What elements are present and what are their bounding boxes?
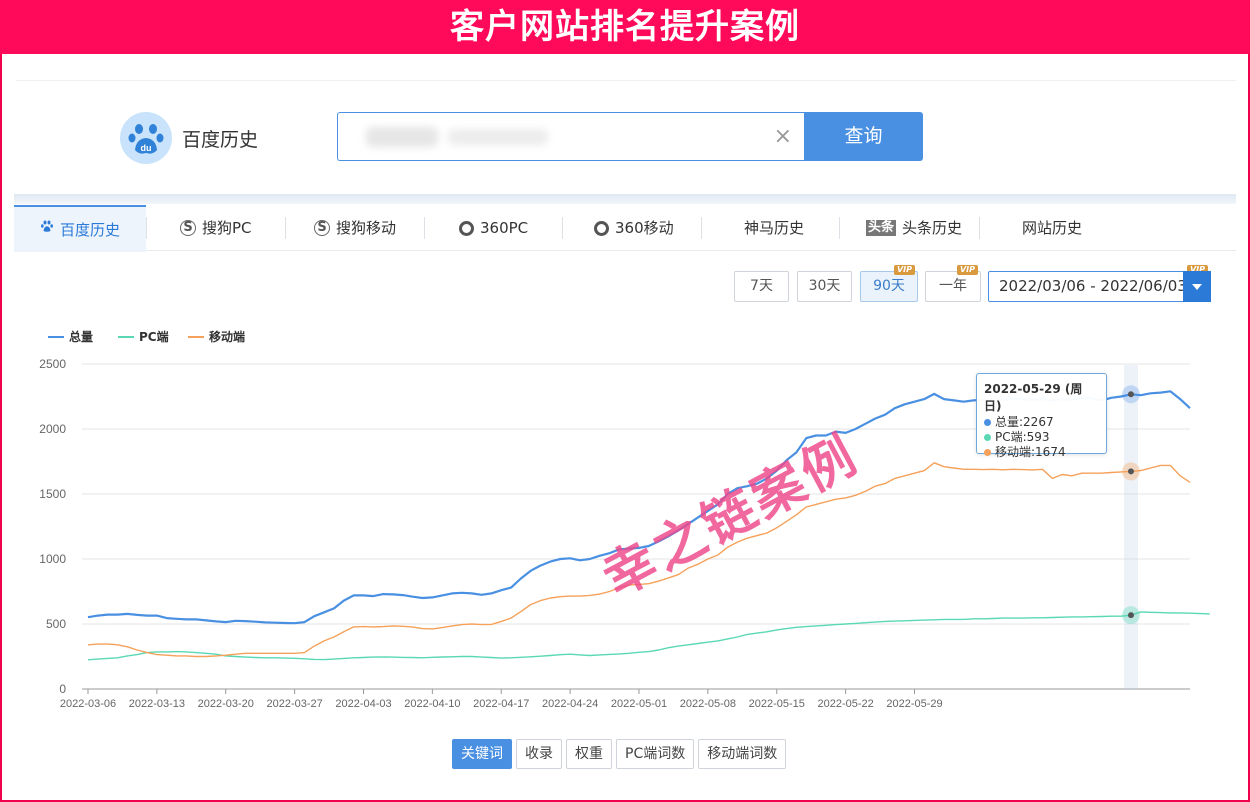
- legend-dot: [984, 449, 991, 456]
- x-tick-label: 2022-05-08: [680, 698, 736, 710]
- legend-dot: [984, 419, 991, 426]
- tab-separator: [562, 217, 563, 239]
- tooltip-total: 总量:2267: [995, 415, 1054, 429]
- 360-icon: [594, 220, 609, 236]
- toutiao-icon: 头条: [866, 220, 897, 236]
- paw-icon: [40, 208, 54, 252]
- x-tick-label: 2022-03-13: [129, 698, 185, 710]
- range-90d-button[interactable]: 90天 VIP: [860, 265, 918, 302]
- x-tick-label: 2022-04-17: [473, 698, 529, 710]
- tooltip-title: 2022-05-29 (周日): [984, 382, 1083, 413]
- redacted-text: [366, 127, 438, 147]
- highlight-point: [1127, 612, 1134, 619]
- x-tick-label: 2022-05-15: [749, 698, 805, 710]
- y-tick-label: 2000: [39, 422, 66, 436]
- legend-dot: [984, 434, 991, 441]
- tab-separator: [285, 217, 286, 239]
- x-tick-label: 2022-05-22: [817, 698, 873, 710]
- range-1y-button[interactable]: 一年 VIP: [925, 265, 981, 302]
- x-tick-label: 2022-03-27: [266, 698, 322, 710]
- redacted-text: [448, 129, 548, 145]
- 360-icon: [459, 220, 474, 236]
- tab-label: 360移动: [615, 219, 674, 237]
- sogou-icon: S: [180, 220, 196, 236]
- metric-tab-indexed[interactable]: 收录: [516, 739, 562, 769]
- tab-separator: [979, 217, 980, 239]
- x-tick-label: 2022-04-24: [542, 698, 598, 710]
- tab-separator: [146, 217, 147, 239]
- tab-label: 搜狗PC: [202, 219, 252, 237]
- tab-sogou-mobile[interactable]: S 搜狗移动: [314, 205, 396, 251]
- metric-tab-mobile-words[interactable]: 移动端词数: [698, 739, 787, 769]
- x-tick-label: 2022-03-06: [60, 698, 116, 710]
- clear-icon[interactable]: ×: [774, 125, 792, 149]
- tab-separator: [839, 217, 840, 239]
- tab-sogou-pc[interactable]: S 搜狗PC: [180, 205, 252, 251]
- vip-badge: VIP: [893, 265, 915, 275]
- legend-label: PC端: [139, 329, 169, 344]
- section-divider: [14, 194, 1236, 204]
- metric-tab-weight[interactable]: 权重: [566, 739, 612, 769]
- x-tick-label: 2022-03-20: [198, 698, 254, 710]
- y-tick-label: 500: [46, 617, 66, 631]
- highlight-point: [1127, 391, 1134, 398]
- chart-tooltip: 2022-05-29 (周日) 总量:2267 PC端:593 移动端:1674: [976, 373, 1107, 459]
- y-tick-label: 0: [59, 682, 66, 696]
- search-input[interactable]: ×: [337, 112, 804, 161]
- search-button[interactable]: 查询: [804, 112, 923, 161]
- date-range-text: 2022/03/06 - 2022/06/03: [999, 277, 1187, 295]
- y-tick-label: 1500: [39, 487, 66, 501]
- tooltip-mobile: 移动端:1674: [995, 445, 1066, 459]
- tab-360-mobile[interactable]: 360移动: [594, 205, 674, 251]
- chevron-down-icon[interactable]: [1183, 271, 1211, 302]
- banner-title: 客户网站排名提升案例: [0, 0, 1250, 54]
- date-range-picker[interactable]: 2022/03/06 - 2022/06/03 VIP: [988, 265, 1211, 302]
- brand: du 百度历史: [120, 112, 258, 164]
- range-30d-button[interactable]: 30天: [797, 271, 852, 302]
- legend-label: 总量: [69, 329, 93, 344]
- tab-label: 百度历史: [59, 220, 120, 239]
- vip-badge: VIP: [956, 265, 978, 275]
- tab-label: 神马历史: [744, 219, 805, 237]
- x-tick-label: 2022-04-10: [404, 698, 460, 710]
- tab-separator: [424, 217, 425, 239]
- svg-text:du: du: [141, 143, 152, 153]
- sogou-icon: S: [314, 220, 330, 236]
- brand-label: 百度历史: [182, 128, 259, 151]
- tab-baidu-history[interactable]: 百度历史: [14, 205, 146, 252]
- baidu-paw-icon: du: [120, 112, 172, 164]
- x-tick-label: 2022-05-01: [611, 698, 667, 710]
- search-bar: × 查询: [337, 112, 923, 161]
- tab-site-history[interactable]: 网站历史: [1022, 205, 1082, 251]
- highlight-point: [1127, 468, 1134, 475]
- tab-360-pc[interactable]: 360PC: [459, 205, 528, 251]
- tab-label: 网站历史: [1022, 219, 1083, 237]
- tab-label: 头条历史: [902, 219, 963, 237]
- divider: [16, 80, 1236, 81]
- range-7d-button[interactable]: 7天: [734, 271, 789, 302]
- x-tick-label: 2022-05-29: [886, 698, 942, 710]
- y-tick-label: 1000: [39, 552, 66, 566]
- tab-shenma-history[interactable]: 神马历史: [744, 205, 804, 251]
- legend-label: 移动端: [209, 329, 245, 344]
- metric-tabs: 关键词 收录 权重 PC端词数 移动端词数: [452, 739, 787, 769]
- tab-label: 搜狗移动: [336, 219, 397, 237]
- metric-tab-keywords[interactable]: 关键词: [452, 739, 512, 769]
- y-tick-label: 2500: [39, 357, 66, 371]
- engine-tabs: 百度历史 S 搜狗PC S 搜狗移动 360PC 360移动 神马历史 头条 头…: [14, 205, 1236, 252]
- tab-separator: [701, 217, 702, 239]
- tooltip-pc: PC端:593: [995, 430, 1050, 444]
- tab-toutiao-history[interactable]: 头条 头条历史: [866, 205, 962, 251]
- x-tick-label: 2022-04-03: [335, 698, 391, 710]
- tab-label: 360PC: [480, 219, 529, 237]
- metric-tab-pc-words[interactable]: PC端词数: [616, 739, 695, 769]
- hover-band: [1123, 365, 1138, 690]
